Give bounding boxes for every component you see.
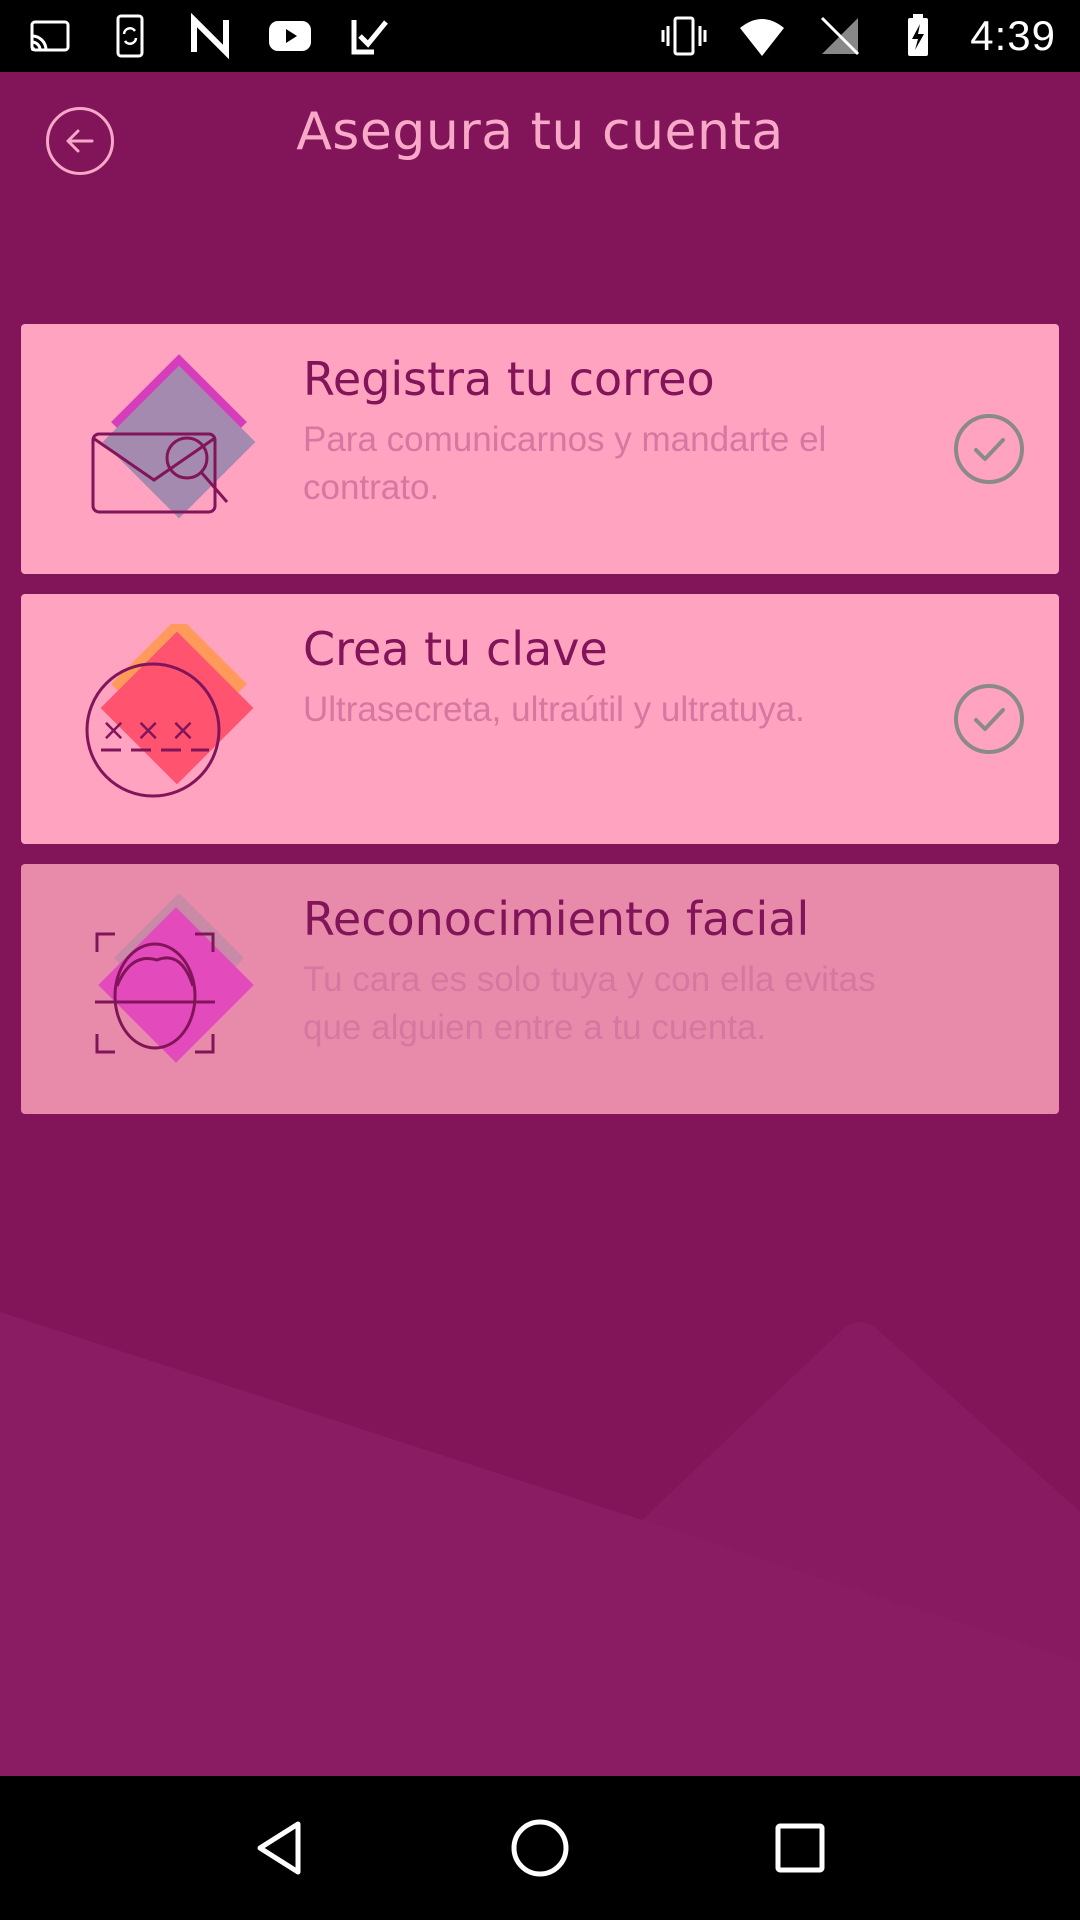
check-app-icon <box>344 10 396 62</box>
header: Asegura tu cuenta <box>0 72 1080 212</box>
status-bar: 4:39 <box>0 0 1080 72</box>
navigation-bar <box>0 1776 1080 1920</box>
status-time: 4:39 <box>970 12 1056 59</box>
nav-back-button[interactable] <box>235 1803 325 1893</box>
vibrate-icon <box>658 10 710 62</box>
step-title: Crea tu clave <box>303 622 608 676</box>
check-circle-icon <box>954 684 1024 754</box>
battery-charging-icon <box>892 10 944 62</box>
nav-home-button[interactable] <box>495 1803 585 1893</box>
page-title: Asegura tu cuenta <box>296 102 784 162</box>
back-triangle-icon <box>257 1821 301 1875</box>
youtube-icon <box>264 10 316 62</box>
step-card-password[interactable]: × × × Crea tu clave Ultrasecreta, ultraú… <box>21 594 1059 844</box>
step-description: Ultrasecreta, ultraútil y ultratuya. <box>303 690 805 729</box>
nav-recents-button[interactable] <box>755 1803 845 1893</box>
step-description: Para comunicarnos y mandarte el contrato… <box>303 420 827 507</box>
step-description: Tu cara es solo tuya y con ella evitas q… <box>303 960 876 1047</box>
status-right-icons: 4:39 <box>658 10 1056 62</box>
n-logo-icon <box>184 10 236 62</box>
check-circle-icon <box>954 414 1024 484</box>
step-title: Reconocimiento facial <box>303 892 810 946</box>
step-card-face[interactable]: Reconocimiento facial Tu cara es solo tu… <box>21 864 1059 1114</box>
cast-icon <box>24 10 76 62</box>
no-signal-icon <box>814 10 866 62</box>
recents-square-icon <box>775 1823 825 1873</box>
sync-phone-icon <box>104 10 156 62</box>
step-card-email[interactable]: Registra tu correo Para comunicarnos y m… <box>21 324 1059 574</box>
face-recognition-icon <box>95 894 254 1063</box>
wifi-icon <box>736 10 788 62</box>
password-icon: × × × <box>85 624 254 798</box>
email-search-icon <box>91 354 256 519</box>
status-left-icons <box>24 10 396 62</box>
app-screen: Asegura tu cuenta Registra tu correo Par… <box>0 72 1080 1776</box>
home-circle-icon <box>511 1819 569 1877</box>
svg-text:× × ×: × × × <box>101 713 195 748</box>
step-title: Registra tu correo <box>303 352 715 406</box>
